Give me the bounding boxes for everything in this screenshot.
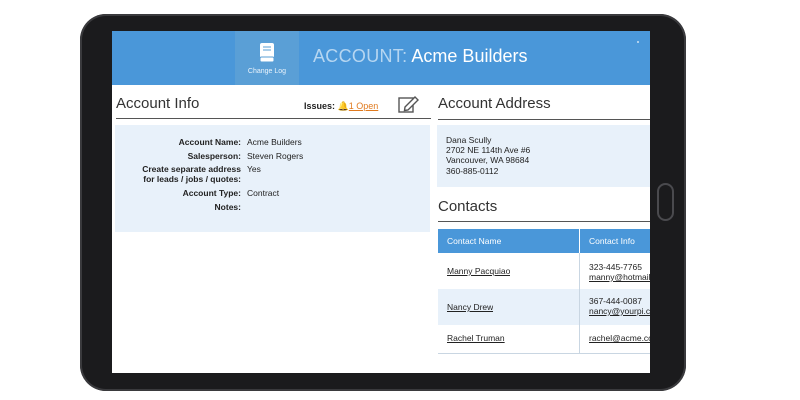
contact-name-link[interactable]: Manny Pacquiao	[447, 266, 510, 276]
change-log-button[interactable]: Change Log	[235, 31, 299, 85]
field-label-account-name: Account Name:	[178, 137, 241, 147]
tablet-home-button[interactable]	[657, 183, 674, 221]
page-title: ACCOUNT: Acme Builders	[313, 46, 527, 67]
column-header-contact-name[interactable]: Contact Name	[438, 229, 579, 253]
field-label-separate-address-1: Create separate address	[142, 164, 241, 174]
contact-info: 367-444-0087 nancy@yourpi.com	[589, 296, 650, 316]
bell-icon: 🔔	[337, 101, 349, 111]
account-prefix: ACCOUNT:	[313, 46, 408, 66]
issues-indicator: Issues: 🔔1 Open	[304, 101, 378, 112]
field-label-separate-address-2: for leads / jobs / quotes:	[143, 174, 241, 184]
contact-email-link[interactable]: manny@hotmail.com	[589, 272, 650, 282]
address-line: 2702 NE 114th Ave #6	[446, 145, 531, 155]
account-address-heading: Account Address	[438, 95, 551, 112]
field-label-notes: Notes:	[214, 202, 241, 212]
table-row: Rachel Truman rachel@acme.com	[438, 325, 650, 354]
change-log-label: Change Log	[247, 68, 287, 75]
table-row: Manny Pacquiao 323-445-7765 manny@hotmai…	[438, 253, 650, 289]
contacts-heading: Contacts	[438, 198, 498, 215]
account-info-divider	[116, 118, 431, 119]
contacts-divider	[438, 221, 650, 222]
account-info-heading: Account Info	[116, 95, 200, 112]
field-label-account-type: Account Type:	[182, 188, 241, 198]
account-name-title: Acme Builders	[411, 46, 528, 66]
edit-icon[interactable]	[398, 94, 420, 119]
issues-open-link[interactable]: 1 Open	[349, 101, 379, 111]
contact-info: rachel@acme.com	[589, 333, 650, 343]
app-screen: Change Log ACCOUNT: Acme Builders Accoun…	[112, 31, 650, 373]
account-address-divider	[438, 119, 650, 120]
table-row: Nancy Drew 367-444-0087 nancy@yourpi.com	[438, 289, 650, 325]
account-info-panel: Account Name: Acme Builders Salesperson:…	[115, 125, 430, 232]
header-dot	[637, 41, 639, 43]
field-value-account-type: Contract	[247, 188, 280, 198]
address-phone: 360-885-0112	[446, 166, 499, 176]
field-value-salesperson: Steven Rogers	[247, 151, 304, 161]
field-value-account-name: Acme Builders	[247, 137, 302, 147]
contact-phone: 323-445-7765	[589, 262, 642, 272]
contact-email-link[interactable]: nancy@yourpi.com	[589, 306, 650, 316]
account-address-panel: Dana Scully 2702 NE 114th Ave #6 Vancouv…	[437, 125, 650, 187]
book-icon	[257, 42, 277, 69]
contact-name-link[interactable]: Rachel Truman	[447, 333, 505, 343]
field-value-separate-address: Yes	[247, 164, 261, 174]
app-header: Change Log ACCOUNT: Acme Builders	[112, 31, 650, 85]
issues-label: Issues:	[304, 101, 336, 111]
contact-info: 323-445-7765 manny@hotmail.com	[589, 262, 650, 282]
contact-name-link[interactable]: Nancy Drew	[447, 302, 493, 312]
field-label-salesperson: Salesperson:	[187, 151, 241, 161]
address-line: Dana Scully	[446, 135, 492, 145]
column-divider	[579, 253, 580, 353]
column-header-contact-info[interactable]: Contact Info	[580, 229, 650, 253]
address-line: Vancouver, WA 98684	[446, 155, 530, 165]
contact-phone: 367-444-0087	[589, 296, 642, 306]
contact-email-link[interactable]: rachel@acme.com	[589, 333, 650, 343]
